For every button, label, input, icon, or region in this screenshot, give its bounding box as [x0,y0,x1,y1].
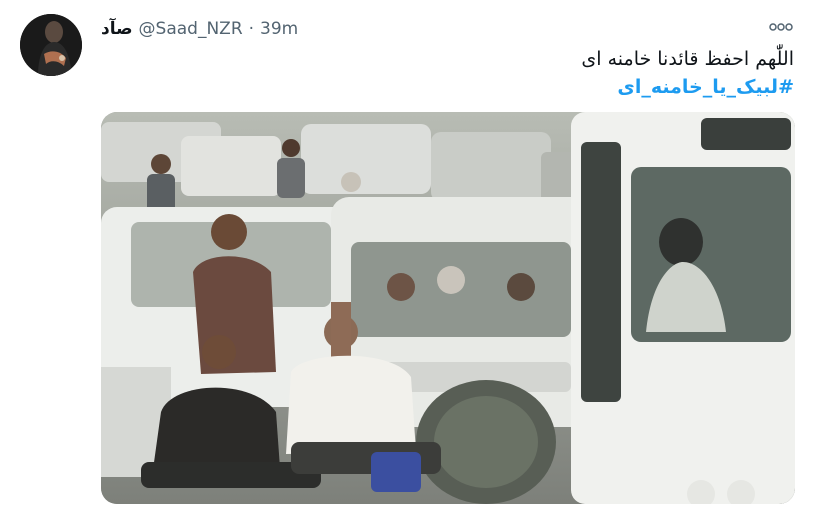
tweet-photo[interactable] [101,112,795,504]
tweet-text-line: اللّٰهم احفظ قائدنا خامنه ای [581,48,794,70]
user-handle[interactable]: @Saad_NZR [139,19,243,39]
display-name[interactable]: صآد [101,19,133,39]
photo-illustration [101,112,795,504]
avatar-image [20,14,82,76]
avatar[interactable] [20,14,82,76]
tweet-header: صآد @Saad_NZR · 39m [101,16,298,42]
timestamp[interactable]: 39m [260,19,298,39]
hashtag-link[interactable]: #لبیک_یا_خامنه_ای [114,73,794,101]
more-options-icon [769,23,793,31]
tweet-text: اللّٰهم احفظ قائدنا خامنه ای #لبیک_یا_خا… [114,45,794,101]
more-options-button[interactable] [766,18,796,36]
separator-dot: · [248,19,255,39]
